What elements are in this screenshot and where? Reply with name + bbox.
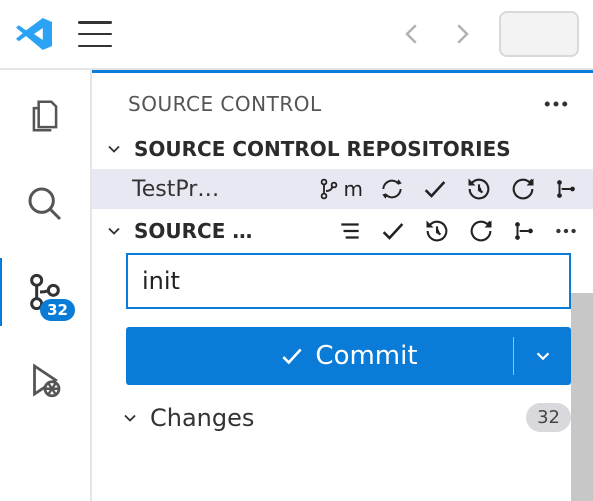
explorer-tab[interactable] [23, 94, 67, 138]
repository-row[interactable]: TestPr… m [92, 169, 593, 209]
graph-button-2[interactable] [511, 218, 537, 244]
search-tab[interactable] [23, 182, 67, 226]
source-control-section-header[interactable]: SOURCE … [92, 209, 593, 253]
more-icon[interactable] [541, 89, 571, 119]
command-center[interactable] [499, 11, 579, 57]
list-tree-icon [337, 218, 363, 244]
refresh-icon [509, 175, 537, 203]
vscode-logo-icon [14, 14, 54, 54]
chevron-down-icon [532, 345, 554, 367]
branch-short-label: m [344, 177, 363, 201]
forward-icon[interactable] [447, 19, 477, 49]
source-control-tab[interactable]: 32 [23, 270, 67, 314]
check-icon [279, 343, 305, 369]
source-control-section-label: SOURCE … [134, 219, 327, 243]
changes-label: Changes [150, 404, 516, 432]
search-icon [25, 184, 65, 224]
scm-badge: 32 [40, 299, 75, 321]
branch-icon [318, 177, 342, 201]
history-button-2[interactable] [423, 217, 451, 245]
source-control-panel: SOURCE CONTROL SOURCE CONTROL REPOSITORI… [92, 70, 593, 501]
run-debug-tab[interactable] [23, 358, 67, 402]
repositories-section-header[interactable]: SOURCE CONTROL REPOSITORIES [92, 129, 593, 169]
scrollbar[interactable] [571, 293, 593, 501]
commit-button[interactable]: Commit [126, 327, 571, 385]
back-icon[interactable] [397, 19, 427, 49]
title-bar [0, 0, 593, 70]
chevron-down-icon [104, 221, 124, 241]
menu-button[interactable] [78, 21, 112, 47]
refresh-button-2[interactable] [467, 217, 495, 245]
refresh-button[interactable] [509, 175, 537, 203]
more-icon [553, 218, 579, 244]
repositories-label: SOURCE CONTROL REPOSITORIES [134, 137, 581, 161]
more-actions-button[interactable] [553, 218, 579, 244]
activity-bar: 32 [0, 70, 92, 501]
changes-section-header[interactable]: Changes 32 [92, 385, 593, 432]
branch-button[interactable]: m [318, 177, 363, 201]
sync-button[interactable] [379, 176, 405, 202]
graph-icon [511, 218, 537, 244]
history-icon [465, 175, 493, 203]
graph-button[interactable] [553, 176, 579, 202]
commit-button-label: Commit [315, 341, 417, 371]
refresh-icon [467, 217, 495, 245]
nav-arrows [397, 19, 477, 49]
tree-view-button[interactable] [337, 218, 363, 244]
files-icon [26, 97, 64, 135]
history-icon [423, 217, 451, 245]
commit-message-input[interactable] [126, 253, 571, 309]
panel-title: SOURCE CONTROL [128, 92, 322, 116]
commit-check-button[interactable] [421, 175, 449, 203]
commit-dropdown-button[interactable] [513, 337, 571, 375]
changes-count-badge: 32 [526, 403, 571, 432]
check-icon [379, 217, 407, 245]
debug-icon [24, 359, 66, 401]
sync-icon [379, 176, 405, 202]
repository-name: TestPr… [132, 177, 308, 202]
panel-header: SOURCE CONTROL [92, 73, 593, 129]
chevron-down-icon [104, 139, 124, 159]
history-button[interactable] [465, 175, 493, 203]
check-icon [421, 175, 449, 203]
chevron-down-icon [120, 408, 140, 428]
commit-check-button-2[interactable] [379, 217, 407, 245]
graph-icon [553, 176, 579, 202]
